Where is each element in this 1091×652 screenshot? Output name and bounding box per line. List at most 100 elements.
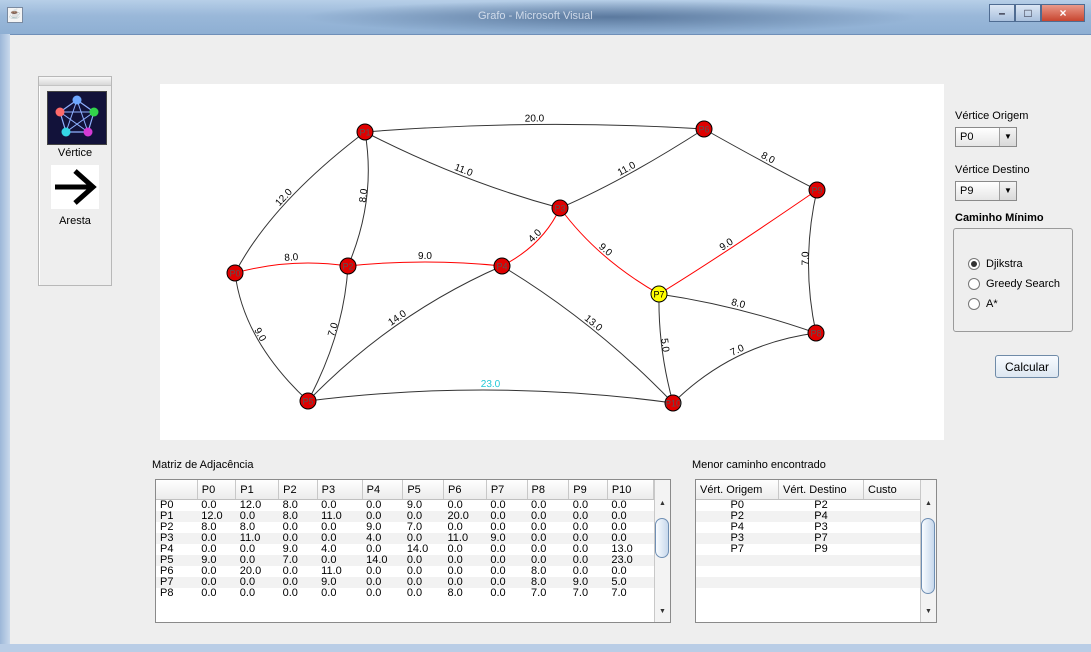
- table-cell: 14.0: [406, 544, 429, 555]
- table-cell: 12.0: [197, 511, 236, 522]
- table-row[interactable]: P0P28.0: [696, 500, 936, 512]
- chevron-down-icon[interactable]: ▼: [999, 128, 1016, 146]
- destination-vertex-select[interactable]: P9 ▼: [955, 181, 1017, 201]
- graph-canvas[interactable]: 20.0 12.0 8.0 11.0 11.0 8.0 8.0 9.0 4.0 9.0 9.0 7.0…: [160, 84, 944, 440]
- table-cell: 0.0: [406, 588, 423, 599]
- table-row[interactable]: P4 0.0 0.0 9.0 4.0 0.0 14.0 0.0 0.0 0.0 0.0 13.0: [156, 544, 654, 555]
- minimize-button[interactable]: –: [989, 4, 1015, 22]
- radio-a-star[interactable]: A*: [968, 297, 998, 311]
- scroll-thumb[interactable]: [921, 518, 935, 594]
- matrix-column-header[interactable]: P9: [568, 480, 608, 500]
- table-cell: 11.0: [235, 533, 279, 544]
- radio-label: A*: [986, 298, 998, 310]
- scroll-down-icon[interactable]: ▼: [921, 606, 936, 618]
- table-cell: 0.0: [572, 544, 589, 555]
- graph-edge-p5-p10[interactable]: [307, 389, 674, 404]
- table-cell: P2: [160, 522, 174, 533]
- radio-selected-icon[interactable]: [968, 258, 980, 270]
- close-button[interactable]: ×: [1041, 4, 1085, 22]
- table-cell: 0.0: [402, 577, 444, 588]
- table-row[interactable]: P5 9.0 0.0 7.0 0.0 14.0 0.0 0.0 0.0 0.0 0.0 23.0: [156, 555, 654, 566]
- matrix-column-header[interactable]: P7: [486, 480, 528, 500]
- table-row[interactable]: P7 0.0 0.0 0.0 9.0 0.0 0.0 0.0 0.0 8.0 9.0 5.0: [156, 577, 654, 588]
- table-row[interactable]: P6 0.0 20.0 0.0 11.0 0.0 0.0 0.0 0.0 8.0 0.0 0.0: [156, 566, 654, 577]
- table-row[interactable]: P1 12.0 0.0 8.0 11.0 0.0 0.0 20.0 0.0 0.0 0.0 0.0: [156, 511, 654, 522]
- table-cell: 0.0: [447, 566, 463, 577]
- table-cell: 0.0: [366, 544, 382, 555]
- calculate-button[interactable]: Calcular: [995, 355, 1059, 378]
- arrow-right-icon[interactable]: [51, 165, 99, 209]
- vertex-tool-label: Vértice: [57, 147, 93, 159]
- vertex-tool-icon[interactable]: [47, 91, 107, 145]
- graph-edge-p1-p0[interactable]: [234, 131, 366, 274]
- table-row[interactable]: P2 8.0 8.0 0.0 0.0 9.0 7.0 0.0 0.0 0.0 0.0 0.0: [156, 522, 654, 533]
- table-cell: 8.0: [447, 588, 463, 599]
- edge-weight-label: 8.0: [358, 188, 371, 204]
- table-cell: 0.0: [527, 555, 569, 566]
- radio-unselected-icon[interactable]: [968, 298, 980, 310]
- maximize-button[interactable]: □: [1015, 4, 1041, 22]
- table-cell: 0.0: [490, 588, 506, 599]
- node-label: P7: [653, 290, 664, 300]
- table-cell: 0.0: [611, 566, 627, 577]
- matrix-column-header[interactable]: P8: [527, 480, 570, 500]
- origin-vertex-label: Vértice Origem: [955, 110, 1029, 122]
- graph-edge-p2-p4[interactable]: [347, 261, 503, 267]
- graph-edge-p0-p5[interactable]: [234, 272, 309, 402]
- scroll-down-icon[interactable]: ▼: [655, 606, 670, 618]
- path-scrollbar[interactable]: ▲ ▼: [920, 480, 936, 622]
- table-cell: 0.0: [611, 522, 627, 533]
- node-label: P9: [811, 186, 822, 196]
- graph-edge-p1-p6[interactable]: [364, 123, 705, 133]
- table-cell: P7: [156, 577, 198, 588]
- path-column-header[interactable]: Vért. Origem: [696, 480, 779, 500]
- graph-edge-p7-p9[interactable]: [658, 189, 818, 295]
- table-row[interactable]: P4P321.0: [696, 522, 936, 533]
- table-cell: P4: [778, 511, 864, 522]
- matrix-column-header[interactable]: [156, 480, 198, 500]
- table-cell: 0.0: [366, 499, 382, 511]
- table-cell: P4: [160, 544, 174, 555]
- matrix-column-header[interactable]: P5: [402, 480, 444, 500]
- scroll-up-icon[interactable]: ▲: [921, 498, 936, 510]
- matrix-column-header[interactable]: P0: [197, 480, 237, 500]
- table-row[interactable]: P2P417.0: [696, 511, 936, 522]
- window-left-border: [0, 34, 10, 652]
- radio-unselected-icon[interactable]: [968, 278, 980, 290]
- edge-weight-label: 7.0: [800, 251, 811, 265]
- node-label: P2: [342, 262, 353, 272]
- table-cell: 20.0: [443, 511, 487, 522]
- table-row[interactable]: P3P730.0: [696, 533, 936, 544]
- matrix-column-header[interactable]: P10: [607, 480, 655, 500]
- table-cell: 4.0: [321, 544, 337, 555]
- matrix-scrollbar[interactable]: ▲ ▼: [654, 480, 670, 622]
- graph-edge-p0-p2[interactable]: [234, 262, 349, 274]
- table-cell: P7: [778, 533, 864, 544]
- table-row[interactable]: P8 0.0 0.0 0.0 0.0 0.0 0.0 8.0 0.0 7.0 7.0 7.0: [156, 588, 654, 599]
- scroll-up-icon[interactable]: ▲: [655, 498, 670, 510]
- table-cell: 0.0: [317, 555, 363, 566]
- table-cell: 13.0: [611, 544, 633, 555]
- matrix-column-header[interactable]: P1: [235, 480, 280, 500]
- node-label: P1: [359, 128, 370, 138]
- matrix-column-header[interactable]: P6: [443, 480, 487, 500]
- scroll-thumb[interactable]: [655, 518, 669, 558]
- radio-greedy-search[interactable]: Greedy Search: [968, 277, 1060, 291]
- chevron-down-icon[interactable]: ▼: [999, 182, 1016, 200]
- origin-vertex-select[interactable]: P0 ▼: [955, 127, 1017, 147]
- table-row[interactable]: P3 0.0 11.0 0.0 0.0 4.0 0.0 11.0 9.0 0.0 0.0 0.0: [156, 533, 654, 544]
- table-cell: 0.0: [568, 555, 608, 566]
- matrix-column-header[interactable]: P3: [317, 480, 363, 500]
- table-cell: 0.0: [239, 588, 256, 599]
- matrix-column-header[interactable]: P4: [362, 480, 404, 500]
- radio-djikstra[interactable]: Djikstra: [968, 257, 1023, 271]
- table-row[interactable]: P7P939.0: [696, 544, 936, 555]
- matrix-column-header[interactable]: P2: [278, 480, 318, 500]
- graph-edge-p8-p10[interactable]: [672, 332, 817, 404]
- table-cell: P1: [156, 511, 198, 522]
- table-row[interactable]: P0 0.0 12.0 8.0 0.0 0.0 9.0 0.0 0.0 0.0 0.0 0.0: [156, 500, 654, 512]
- edge-weight-label: 9.0: [418, 251, 432, 262]
- table-cell: 0.0: [527, 533, 569, 544]
- path-column-header[interactable]: Vért. Destino: [778, 480, 864, 500]
- palette-grip[interactable]: [39, 77, 111, 86]
